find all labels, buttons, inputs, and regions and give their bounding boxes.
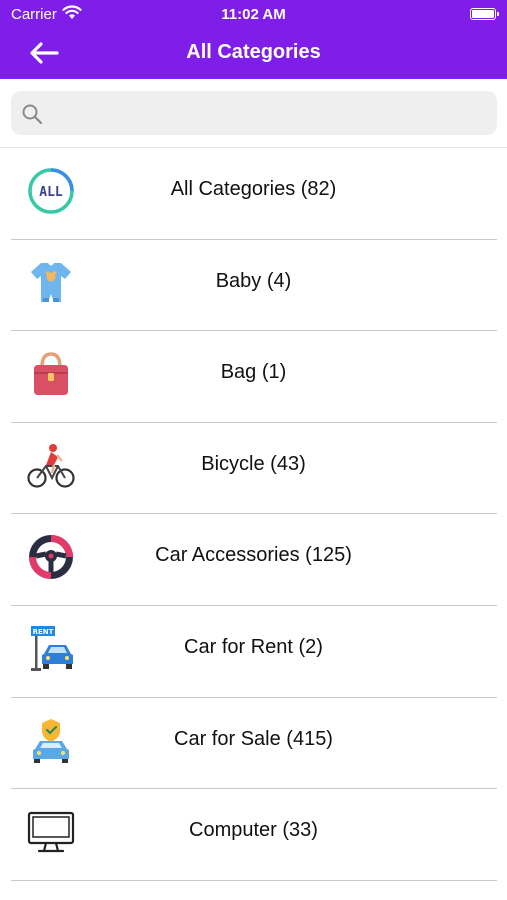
divider [11,879,497,881]
category-row-all[interactable]: ALL All Categories (82) [0,148,507,240]
svg-text:RENT: RENT [33,628,54,636]
page-title: All Categories [186,41,321,63]
category-label: All Categories (82) [170,178,337,200]
search-box[interactable] [11,91,497,137]
category-label: Car for Sale (415) [174,727,333,750]
battery-icon [470,8,499,20]
category-row-car-rent[interactable]: RENT Car for Rent (2) [0,606,507,698]
category-label: Car Accessories (125) [155,544,352,567]
category-row-computer[interactable]: Computer (33) [0,789,507,881]
category-label: Computer (33) [189,819,318,842]
category-list: ALL All Categories (82) Baby (4) Bag (1) [0,148,507,881]
category-label: Car for Rent (2) [184,635,323,658]
nav-bar: All Categories [0,28,507,79]
category-label: Bag (1) [220,361,287,384]
category-row-bag[interactable]: Bag (1) [0,331,507,423]
category-row-car-sale[interactable]: Car for Sale (415) [0,698,507,790]
clock: 11:02 AM [221,6,286,23]
category-row-baby[interactable]: Baby (4) [0,240,507,332]
search-icon [22,104,43,125]
category-row-car-accessories[interactable]: Car Accessories (125) [0,514,507,606]
search-bar-container [0,79,507,148]
status-bar: Carrier 11:02 AM [0,0,507,28]
category-row-bicycle[interactable]: Bicycle (43) [0,423,507,515]
category-label: Bicycle (43) [201,452,306,475]
search-input[interactable] [55,91,489,137]
category-label: Baby (4) [215,269,292,292]
